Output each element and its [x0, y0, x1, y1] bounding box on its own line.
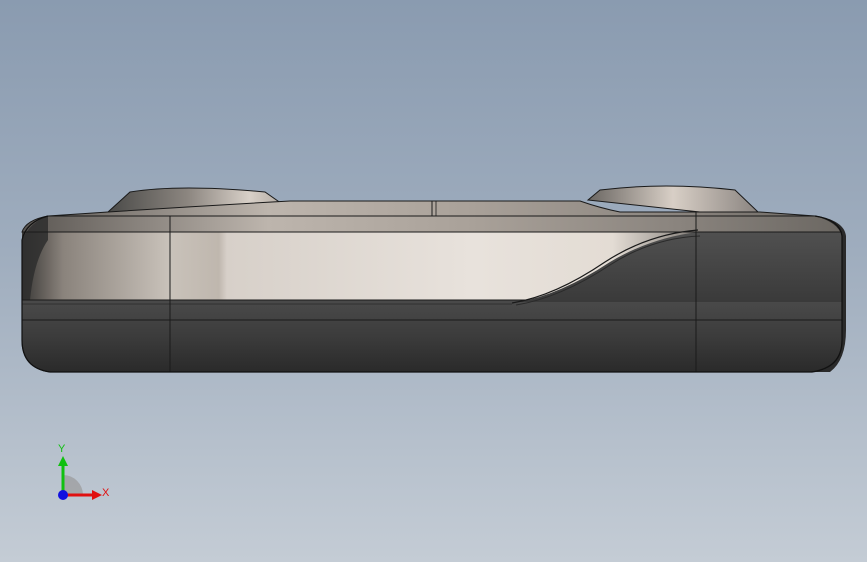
3d-part-model[interactable]	[0, 0, 867, 562]
right-boss	[586, 185, 760, 213]
y-axis-label: Y	[58, 443, 66, 455]
x-axis-label: X	[102, 487, 110, 499]
coordinate-triad: Y X	[48, 440, 118, 510]
lower-shell	[21, 299, 843, 373]
graphics-viewport[interactable]: Y X	[0, 0, 867, 562]
